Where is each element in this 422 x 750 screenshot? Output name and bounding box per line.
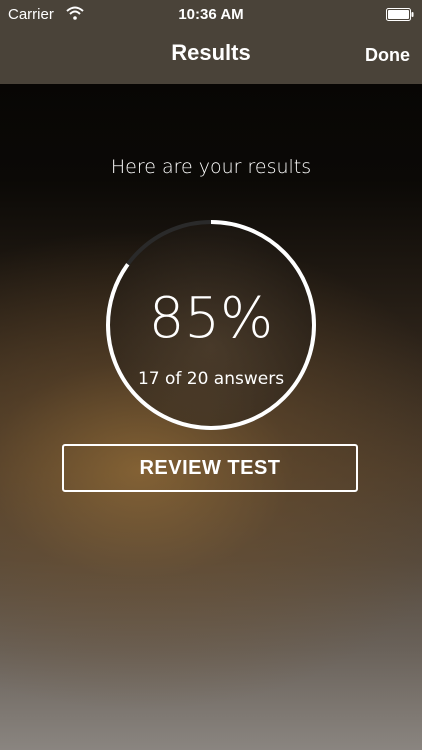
review-test-button[interactable]: REVIEW TEST bbox=[62, 444, 358, 492]
status-time: 10:36 AM bbox=[178, 6, 244, 23]
status-bar: Carrier 10:36 AM bbox=[0, 0, 422, 30]
battery-icon bbox=[386, 8, 414, 21]
navigation-bar: Results Done bbox=[0, 30, 422, 84]
score-detail: 17 of 20 answers bbox=[137, 369, 285, 389]
done-button[interactable]: Done bbox=[365, 45, 410, 66]
page-title: Results bbox=[171, 40, 251, 65]
score-percent: 85% bbox=[148, 286, 274, 351]
results-heading: Here are your results bbox=[110, 156, 312, 178]
